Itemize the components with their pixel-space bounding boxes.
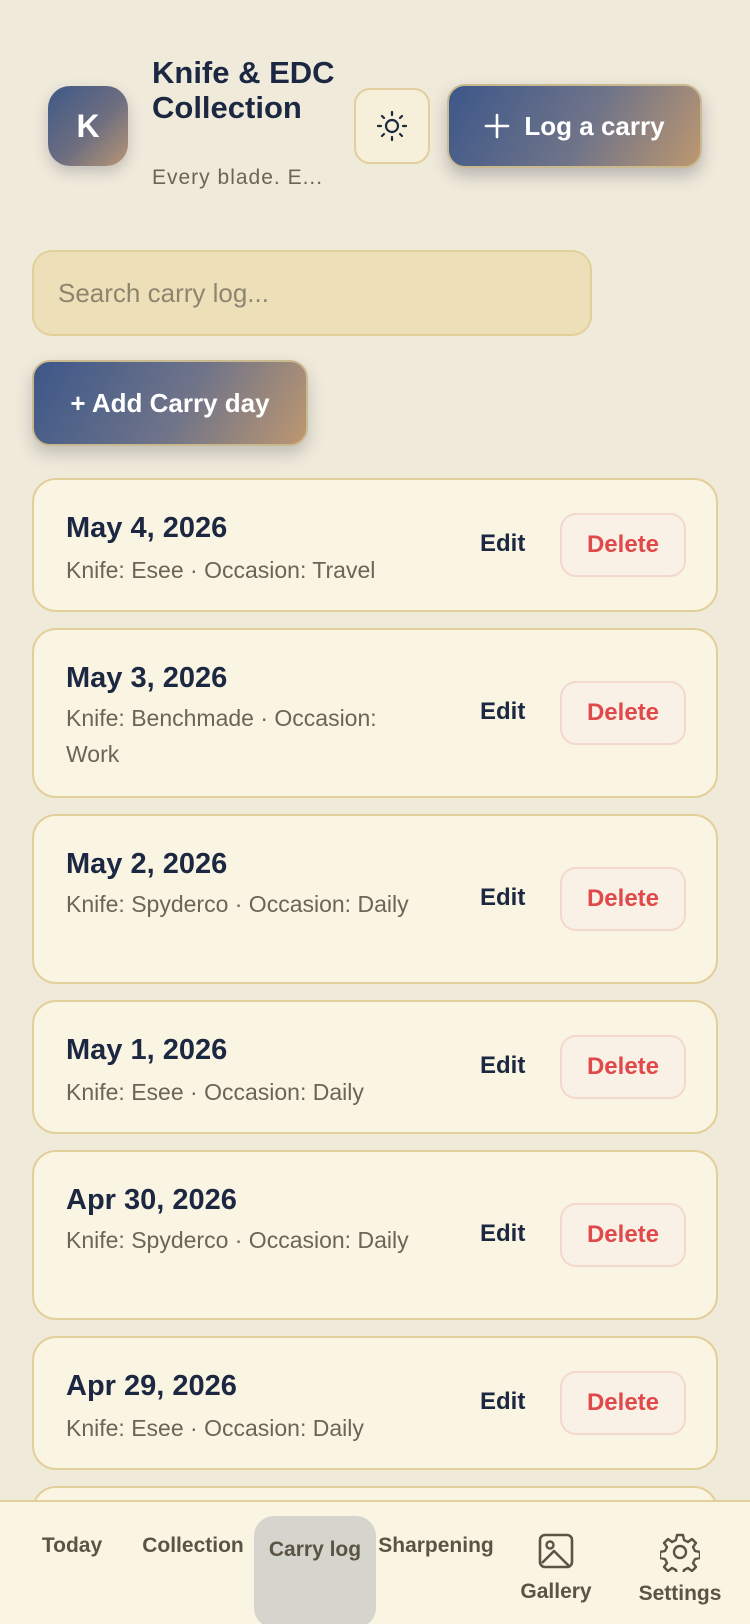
entry-date: May 2, 2026: [66, 848, 228, 880]
add-carry-day-button[interactable]: + Add Carry day: [32, 360, 308, 446]
nav-item-settings[interactable]: Settings: [628, 1532, 732, 1606]
entry-meta: Knife: Esee · Occasion: Daily: [66, 1079, 364, 1105]
edit-button[interactable]: Edit: [480, 884, 525, 912]
theme-toggle-button[interactable]: [354, 88, 430, 164]
entry-meta: Knife: Esee · Occasion: Travel: [66, 557, 376, 583]
carry-entry-card: May 4, 2026 Knife: Esee · Occasion: Trav…: [32, 478, 718, 612]
entry-meta: Knife: Esee · Occasion: Daily: [66, 1415, 364, 1441]
entry-date: Apr 29, 2026: [66, 1370, 237, 1402]
app-title: Knife & EDC Collection: [152, 55, 335, 125]
bottom-nav: Today Collection Carry log Sharpening Ga…: [0, 1500, 750, 1624]
log-carry-label: Log a carry: [524, 110, 665, 141]
nav-item-carry-log[interactable]: Carry log: [268, 1534, 362, 1566]
nav-item-gallery[interactable]: Gallery: [510, 1532, 602, 1604]
search-input[interactable]: [32, 250, 592, 336]
entry-meta: Knife: Benchmade · Occasion: Work: [66, 705, 377, 767]
carry-entry-card: Apr 30, 2026 Knife: Spyderco · Occasion:…: [32, 1150, 718, 1320]
entry-date: May 4, 2026: [66, 512, 228, 544]
delete-button[interactable]: Delete: [560, 681, 686, 745]
delete-button[interactable]: Delete: [560, 1203, 686, 1267]
entry-date: Apr 30, 2026: [66, 1184, 237, 1216]
entry-date: May 1, 2026: [66, 1034, 228, 1066]
edit-button[interactable]: Edit: [480, 1052, 525, 1080]
nav-item-today[interactable]: Today: [30, 1534, 114, 1558]
nav-item-collection[interactable]: Collection: [136, 1534, 250, 1558]
delete-button[interactable]: Delete: [560, 513, 686, 577]
delete-button[interactable]: Delete: [560, 1035, 686, 1099]
app-header: K Knife & EDC Collection Every blade. E.…: [0, 0, 750, 220]
carry-entry-card: May 2, 2026 Knife: Spyderco · Occasion: …: [32, 814, 718, 984]
edit-button[interactable]: Edit: [480, 1220, 525, 1248]
edit-button[interactable]: Edit: [480, 698, 525, 726]
nav-item-settings-label: Settings: [638, 1582, 722, 1605]
delete-button[interactable]: Delete: [560, 1371, 686, 1435]
plus-icon: [485, 113, 510, 139]
edit-button[interactable]: Edit: [480, 530, 525, 558]
entry-date: May 3, 2026: [66, 662, 228, 694]
nav-item-sharpening[interactable]: Sharpening: [374, 1534, 498, 1558]
carry-entry-card: May 3, 2026 Knife: Benchmade · Occasion:…: [32, 628, 718, 798]
entry-meta: Knife: Spyderco · Occasion: Daily: [66, 1227, 409, 1253]
log-carry-button[interactable]: Log a carry: [447, 84, 702, 168]
nav-active-indicator: [254, 1516, 376, 1624]
image-icon: [538, 1533, 574, 1569]
carry-entry-card: May 1, 2026 Knife: Esee · Occasion: Dail…: [32, 1000, 718, 1134]
gear-icon: [660, 1533, 700, 1572]
sun-icon: [376, 110, 408, 142]
carry-entry-card: Apr 29, 2026 Knife: Esee · Occasion: Dai…: [32, 1336, 718, 1470]
avatar[interactable]: K: [48, 86, 128, 166]
nav-item-gallery-label: Gallery: [520, 1580, 592, 1603]
delete-button[interactable]: Delete: [560, 867, 686, 931]
app-subtitle: Every blade. E...: [152, 166, 324, 189]
entry-meta: Knife: Spyderco · Occasion: Daily: [66, 891, 409, 917]
edit-button[interactable]: Edit: [480, 1388, 525, 1416]
